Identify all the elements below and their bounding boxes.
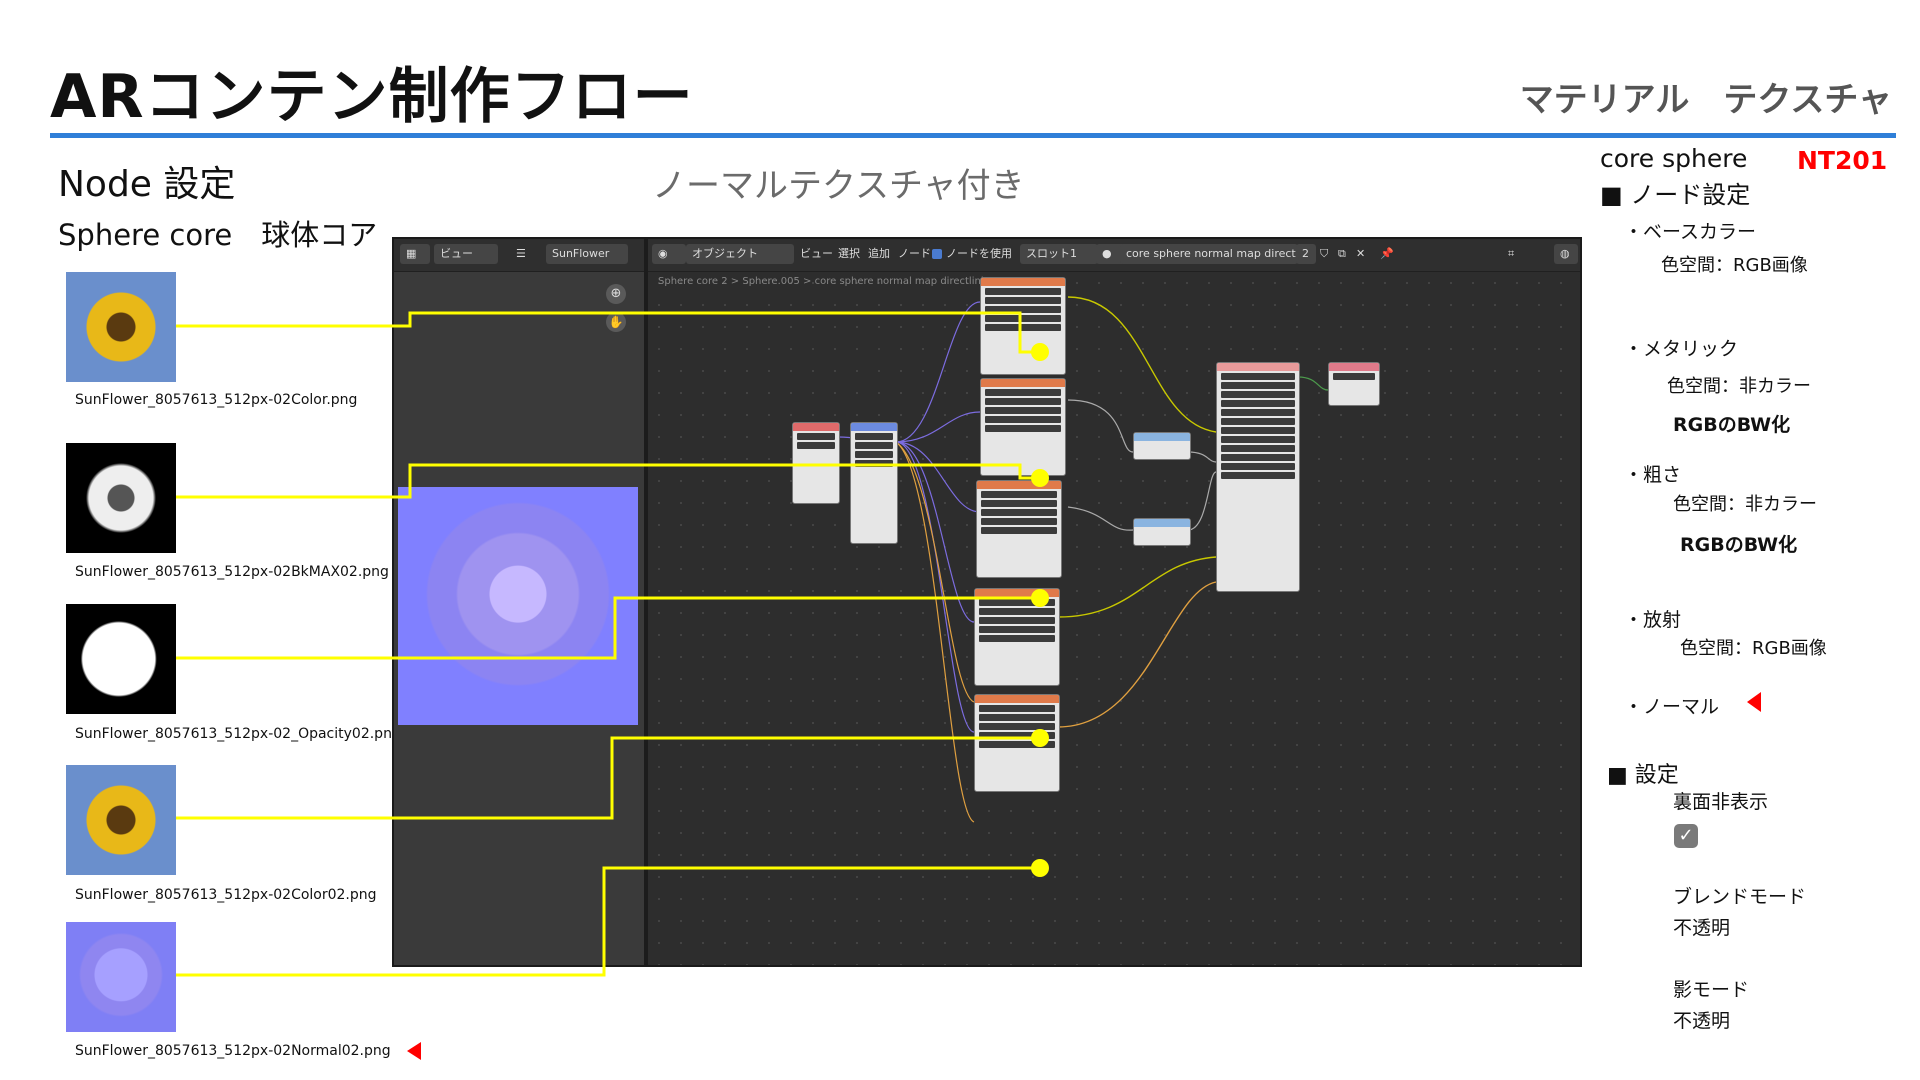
section-category: マテリアル テクスチャ <box>1519 80 1892 120</box>
use-nodes-checkbox[interactable] <box>932 244 942 264</box>
material-output-node[interactable] <box>1328 362 1380 406</box>
use-nodes-label: ノードを使用 <box>946 247 1012 260</box>
normal-map-preview <box>398 487 638 725</box>
thumbnail-color02 <box>66 765 176 875</box>
base-color-detail: 色空間：RGB画像 <box>1661 255 1808 276</box>
red-pointer-icon <box>407 1042 421 1060</box>
editor-type-icon[interactable]: ▦ <box>400 244 430 264</box>
material-name-field[interactable]: core sphere normal map directlink <box>1120 244 1298 264</box>
blender-screenshot: ▦ ビュー ☰ SunFlower ⊕ ✋ ◉ オブジェクト ビュー 選択 追加… <box>392 237 1582 967</box>
image-editor-toolbar: ▦ ビュー ☰ SunFlower <box>394 239 644 272</box>
slot-dropdown[interactable]: スロット1 <box>1020 244 1098 264</box>
close-icon[interactable]: ✕ <box>1356 244 1365 264</box>
normal-label: ・ノーマル <box>1624 696 1720 718</box>
thumbnail-bkmax <box>66 443 176 553</box>
object-mode-dropdown[interactable]: オブジェクト <box>686 244 794 264</box>
texture-file-label: SunFlower_8057613_512px-02Color02.png <box>75 887 377 903</box>
fake-user-icon[interactable]: ⛉ <box>1320 244 1328 264</box>
node-links <box>837 296 1329 823</box>
texture-coordinate-node[interactable] <box>792 422 840 504</box>
hand-pan-icon[interactable]: ✋ <box>606 312 626 332</box>
roughness-detail: 色空間：非カラー <box>1673 494 1817 515</box>
texture-file-label: SunFlower_8057613_512px-02BkMAX02.png <box>75 564 389 580</box>
shadow-mode-label: 影モード <box>1673 979 1750 1001</box>
texture-file-label: SunFlower_8057613_512px-02Normal02.png <box>75 1043 391 1059</box>
roughness-note: RGBのBW化 <box>1680 534 1798 556</box>
material-users-count[interactable]: 2 <box>1296 244 1316 264</box>
snap-icon[interactable]: ⌗ <box>1508 244 1514 264</box>
document-code: NT201 <box>1797 146 1888 175</box>
section-title: Node 設定 <box>58 164 236 205</box>
backface-checkbox[interactable]: ✓ <box>1674 824 1698 848</box>
title-divider <box>50 133 1896 138</box>
image-texture-node-color02[interactable] <box>974 588 1060 686</box>
rgb-to-bw-node[interactable] <box>1133 518 1191 546</box>
image-texture-node-bkmax[interactable] <box>980 378 1066 476</box>
select-menu[interactable]: 選択 <box>838 244 860 264</box>
image-editor-area: ⊕ ✋ <box>394 272 644 965</box>
rgb-to-bw-node[interactable] <box>1133 432 1191 460</box>
settings-heading: ■ 設定 <box>1607 763 1679 788</box>
normal-texture-caption: ノーマルテクスチャ付き <box>652 166 1025 206</box>
emission-detail: 色空間：RGB画像 <box>1680 638 1827 659</box>
subtitle: Sphere core 球体コア <box>58 218 378 252</box>
metallic-detail: 色空間：非カラー <box>1667 376 1811 397</box>
node-menu[interactable]: ノード <box>898 244 931 264</box>
node-editor-toolbar: ◉ オブジェクト ビュー 選択 追加 ノード ノードを使用 スロット1 ● co… <box>648 239 1580 272</box>
pin-icon[interactable]: 📌 <box>1380 244 1394 264</box>
principled-bsdf-node[interactable] <box>1216 362 1300 592</box>
base-color-label: ・ベースカラー <box>1624 221 1757 243</box>
texture-file-label: SunFlower_8057613_512px-02Color.png <box>75 392 358 408</box>
editor-type-icon[interactable]: ◉ <box>652 244 686 264</box>
overlay-icon[interactable]: ◍ <box>1554 244 1578 264</box>
emission-label: ・放射 <box>1624 609 1682 631</box>
node-settings-heading: ■ ノード設定 <box>1600 181 1751 209</box>
texture-file-label: SunFlower_8057613_512px-02_Opacity02.png <box>75 726 401 742</box>
blend-mode-value: 不透明 <box>1673 917 1731 939</box>
image-texture-node-opacity[interactable] <box>976 480 1062 578</box>
node-editor-canvas[interactable]: Sphere core 2 > Sphere.005 > core sphere… <box>648 272 1580 965</box>
add-menu[interactable]: 追加 <box>868 244 890 264</box>
page-title: ARコンテン制作フロー <box>50 62 694 132</box>
image-texture-node-color[interactable] <box>980 277 1066 375</box>
red-pointer-icon <box>1747 692 1761 712</box>
thumbnail-normal <box>66 922 176 1032</box>
blend-mode-label: ブレンドモード <box>1673 886 1807 908</box>
roughness-label: ・粗さ <box>1624 464 1682 486</box>
duplicate-icon[interactable]: ⧉ <box>1338 244 1346 264</box>
thumbnail-color <box>66 272 176 382</box>
mapping-node[interactable] <box>850 422 898 544</box>
shadow-mode-value: 不透明 <box>1673 1010 1731 1032</box>
thumbnail-opacity <box>66 604 176 714</box>
view-menu[interactable]: ビュー <box>800 244 833 264</box>
metallic-note: RGBのBW化 <box>1673 414 1791 436</box>
image-name-field[interactable]: SunFlower <box>546 244 628 264</box>
image-view-menu[interactable]: ビュー <box>434 244 498 264</box>
object-name: core sphere <box>1600 144 1748 173</box>
zoom-icon[interactable]: ⊕ <box>606 284 626 304</box>
hamburger-icon[interactable]: ☰ <box>516 244 526 264</box>
backface-label: 裏面非表示 <box>1673 791 1769 813</box>
metallic-label: ・メタリック <box>1624 338 1739 360</box>
image-texture-node-normal[interactable] <box>974 694 1060 792</box>
